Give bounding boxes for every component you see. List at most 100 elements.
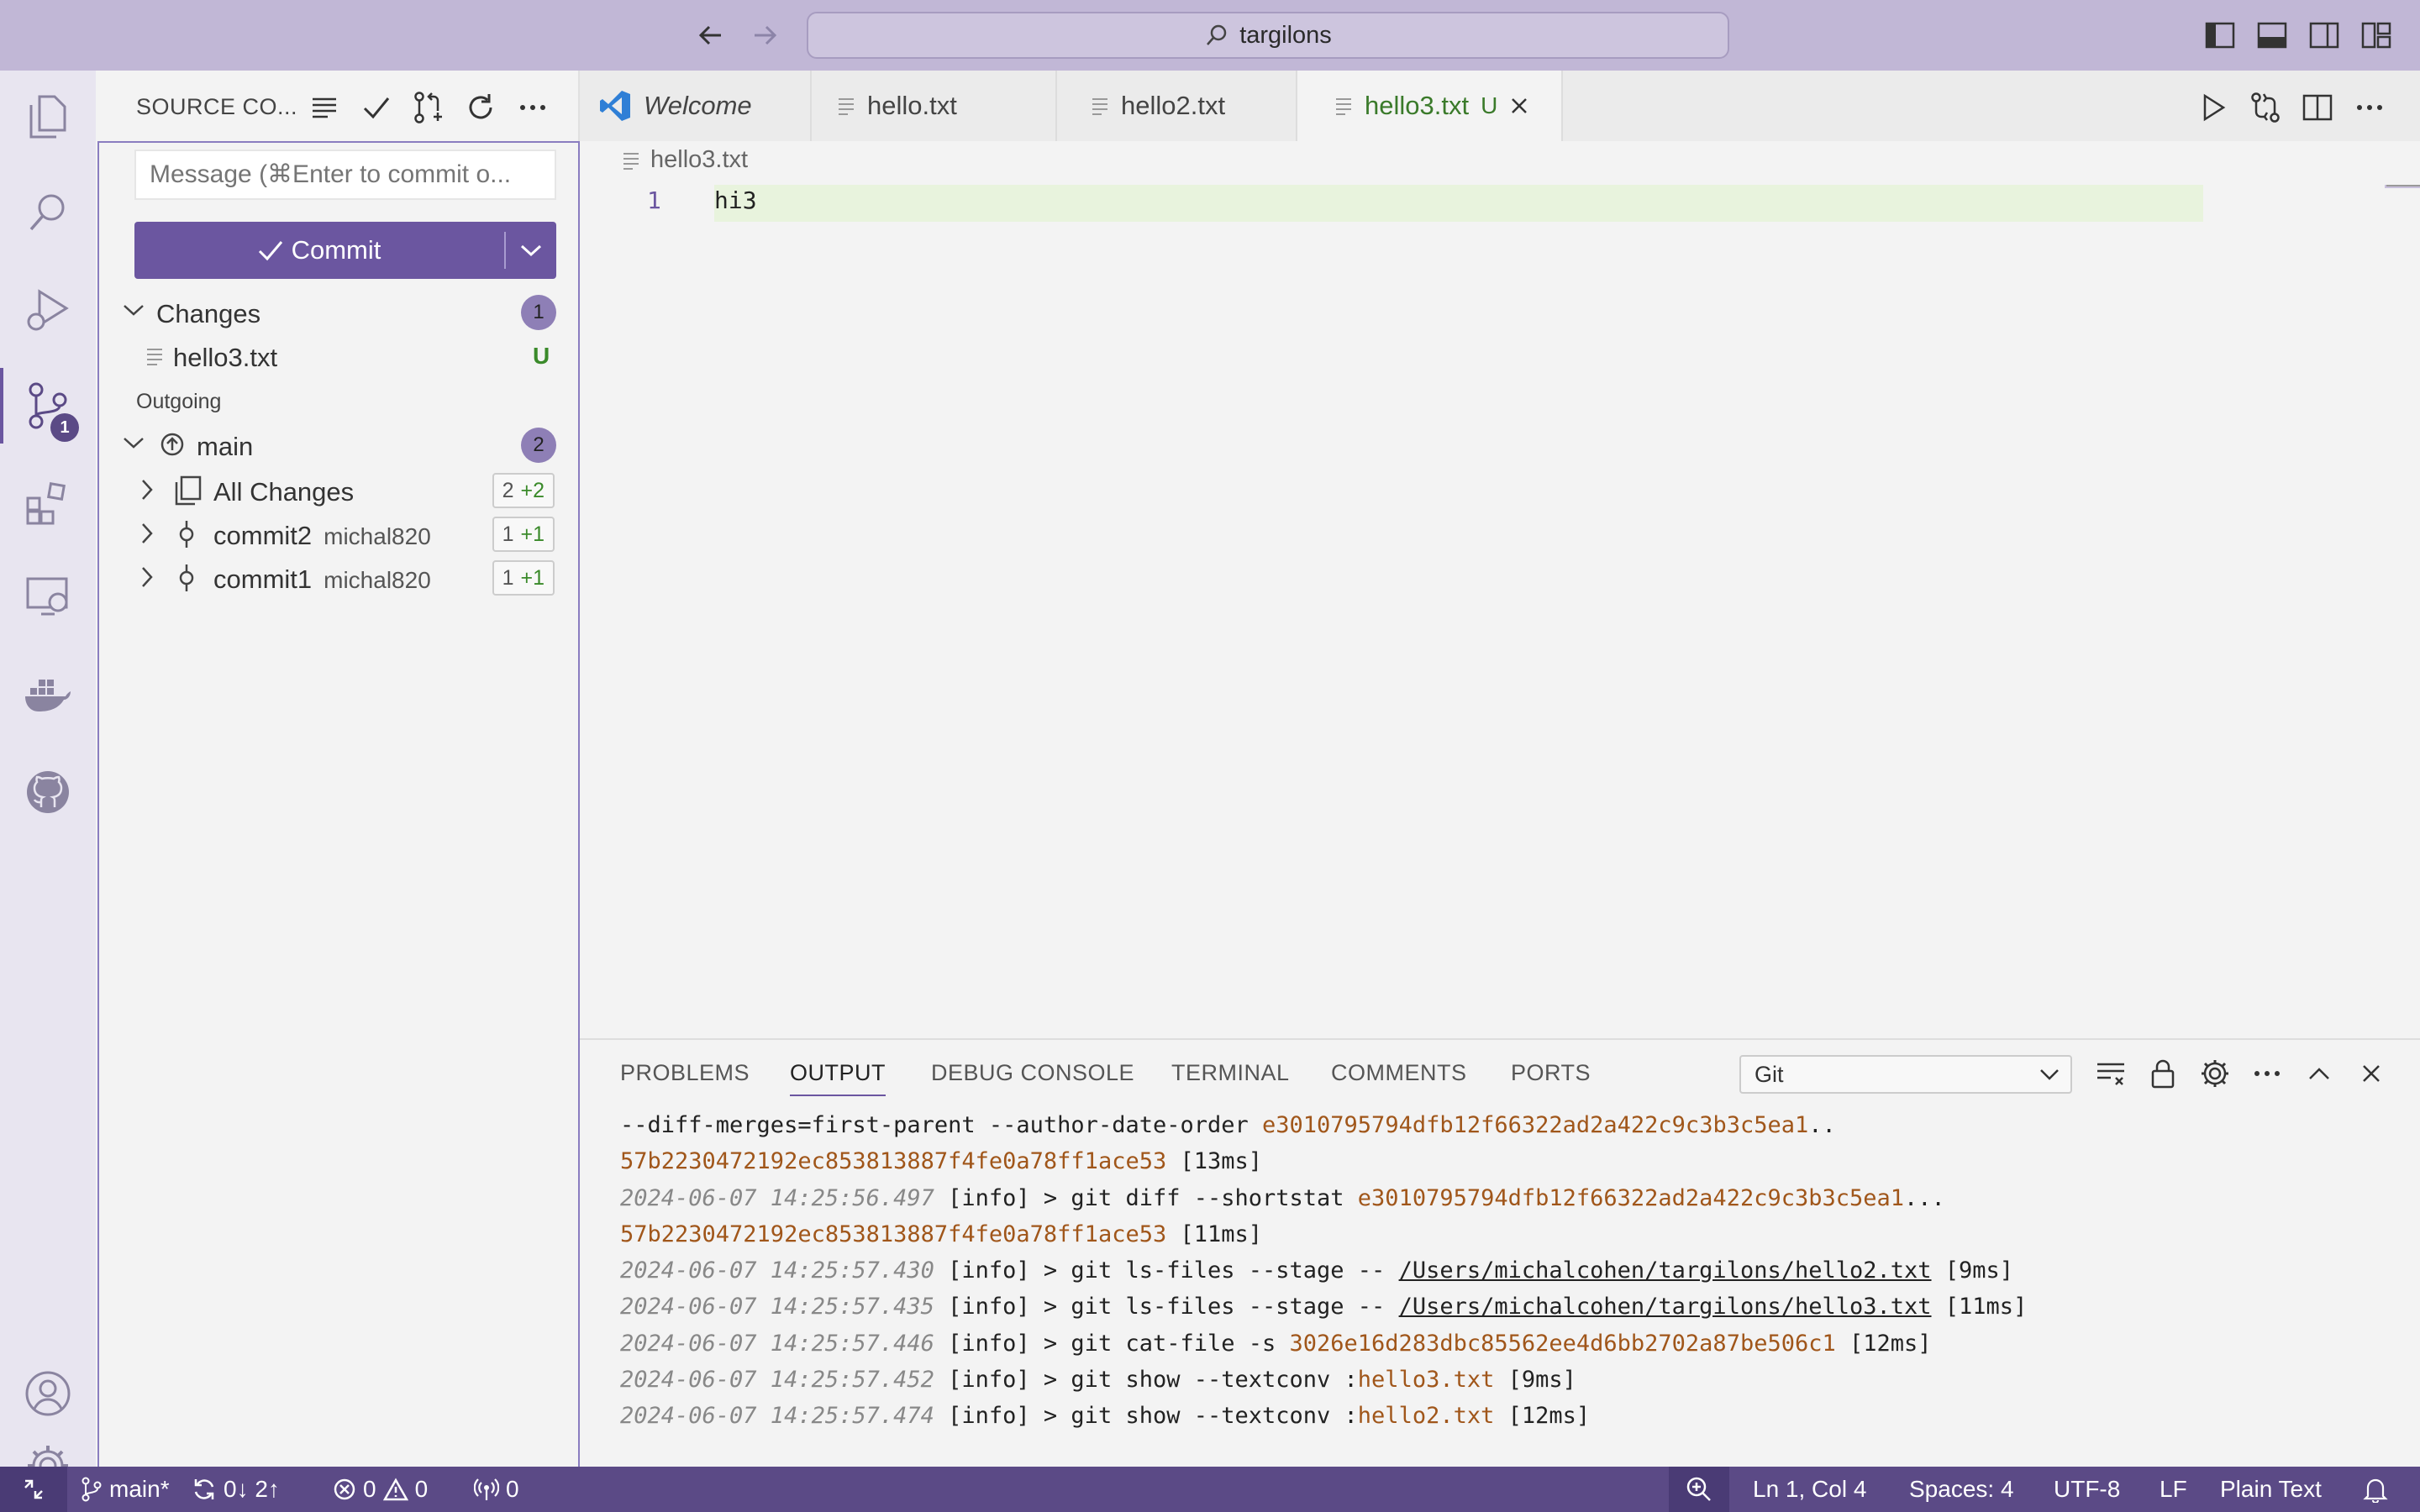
run-file-icon[interactable] — [2193, 87, 2233, 128]
tab-output[interactable]: OUTPUT — [790, 1060, 886, 1096]
forward-arrow-icon[interactable] — [748, 18, 781, 52]
activity-run-debug[interactable] — [0, 264, 96, 356]
activity-search[interactable] — [0, 166, 96, 259]
activity-remote-explorer[interactable] — [0, 551, 96, 643]
close-panel-icon[interactable] — [2351, 1053, 2391, 1094]
outgoing-commit-item[interactable]: commit1 michal820 1 +1 — [96, 554, 580, 598]
output-log[interactable]: --diff-merges=first-parent --author-date… — [620, 1107, 2027, 1435]
tab-hello2[interactable]: hello2.txt — [1057, 71, 1297, 141]
outgoing-branch-header[interactable]: main 2 — [96, 422, 580, 465]
scrollbar-thumb[interactable] — [2386, 185, 2420, 186]
changes-group-header[interactable]: Changes 1 — [96, 291, 580, 334]
tab-comments[interactable]: COMMENTS — [1331, 1060, 1467, 1086]
changed-file-name: hello3.txt — [173, 343, 278, 372]
language-mode[interactable]: Plain Text — [2220, 1467, 2322, 1512]
tab-label: Welcome — [644, 91, 752, 120]
log-file-link[interactable]: /Users/michalcohen/targilons/hello2.txt — [1399, 1257, 1932, 1284]
log-text: [12ms] — [1835, 1330, 1932, 1357]
commit-author: michal820 — [324, 567, 431, 593]
toggle-panel-icon[interactable] — [2254, 17, 2291, 54]
source-control-sidebar: SOURCE CO... Commit — [96, 71, 580, 1467]
log-text: [info] > git show --textconv : — [934, 1403, 1358, 1430]
customize-layout-icon[interactable] — [2358, 17, 2395, 54]
code-line[interactable]: hi3 — [714, 186, 757, 214]
chevron-down-icon — [123, 302, 145, 318]
create-pull-request-icon[interactable] — [408, 87, 449, 128]
more-actions-icon[interactable] — [513, 87, 553, 128]
log-hash: hello2.txt — [1357, 1403, 1495, 1430]
insertions-count: +1 — [520, 522, 544, 546]
close-icon[interactable] — [1509, 96, 1529, 116]
commit-button-group: Commit — [134, 222, 556, 279]
log-text: [11ms] — [1931, 1294, 2028, 1320]
log-timestamp: 2024-06-07 14:25:57.435 — [620, 1294, 934, 1320]
chevron-down-icon — [520, 244, 542, 257]
branch-status[interactable]: main* — [81, 1467, 170, 1512]
eol-status[interactable]: LF — [2160, 1467, 2187, 1512]
output-channel-select[interactable]: Git — [1739, 1055, 2072, 1094]
log-file-link[interactable]: /Users/michalcohen/targilons/hello3.txt — [1399, 1294, 1932, 1320]
commit-check-icon[interactable] — [356, 87, 397, 128]
split-editor-icon[interactable] — [2297, 87, 2338, 128]
broadcast-icon — [474, 1477, 499, 1502]
github-icon — [24, 769, 71, 816]
tab-terminal[interactable]: TERMINAL — [1171, 1060, 1290, 1086]
breadcrumb[interactable]: hello3.txt — [622, 146, 748, 174]
notifications-bell-icon[interactable] — [2363, 1467, 2388, 1512]
zoom-indicator[interactable] — [1669, 1467, 1729, 1512]
more-actions-icon[interactable] — [2247, 1053, 2287, 1094]
files-changed-count: 1 — [502, 522, 514, 546]
activity-github[interactable] — [0, 746, 96, 838]
text-editor[interactable]: hello3.txt 1 hi3 — [580, 141, 2420, 1038]
sync-status[interactable]: 0↓ 2↑ — [192, 1467, 280, 1512]
remote-indicator-button[interactable] — [0, 1467, 67, 1512]
log-text: [info] > git ls-files --stage -- — [934, 1294, 1399, 1320]
breadcrumb-file[interactable]: hello3.txt — [650, 146, 748, 174]
activity-extensions[interactable] — [0, 457, 96, 549]
view-as-list-icon[interactable] — [304, 87, 345, 128]
toggle-primary-sidebar-icon[interactable] — [2202, 17, 2238, 54]
commit-button[interactable]: Commit — [134, 222, 504, 279]
tab-hello3[interactable]: hello3.txt U — [1297, 71, 1563, 141]
tab-problems[interactable]: PROBLEMS — [620, 1060, 750, 1086]
tab-welcome[interactable]: Welcome — [580, 71, 812, 141]
encoding-status[interactable]: UTF-8 — [2054, 1467, 2120, 1512]
log-text: [12ms] — [1494, 1403, 1591, 1430]
remote-explorer-icon — [24, 575, 71, 619]
tab-ports[interactable]: PORTS — [1511, 1060, 1591, 1086]
output-log-line: 2024-06-07 14:25:56.497 [info] > git dif… — [620, 1180, 2027, 1216]
activity-source-control[interactable]: 1 — [0, 360, 96, 452]
gear-icon[interactable] — [2195, 1053, 2235, 1094]
check-icon — [258, 239, 283, 261]
command-center-search[interactable]: targilons — [807, 12, 1729, 59]
outgoing-commit-item[interactable]: commit2 michal820 1 +1 — [96, 511, 580, 554]
refresh-icon[interactable] — [460, 87, 501, 128]
log-timestamp: 2024-06-07 14:25:57.452 — [620, 1367, 934, 1394]
ports-status[interactable]: 0 — [474, 1467, 519, 1512]
line-number: 1 — [647, 186, 661, 214]
ports-count: 0 — [506, 1476, 519, 1502]
toggle-secondary-sidebar-icon[interactable] — [2306, 17, 2343, 54]
zoom-in-icon — [1686, 1476, 1712, 1503]
commit-dropdown-button[interactable] — [506, 222, 556, 279]
all-changes-item[interactable]: All Changes 2 +2 — [96, 467, 580, 511]
text-file-icon — [622, 151, 640, 170]
lock-scroll-icon[interactable] — [2143, 1053, 2183, 1094]
commit-message-input[interactable] — [134, 150, 556, 200]
indentation-status[interactable]: Spaces: 4 — [1909, 1467, 2014, 1512]
tab-debug-console[interactable]: DEBUG CONSOLE — [931, 1060, 1134, 1086]
problems-status[interactable]: 0 0 — [333, 1467, 428, 1512]
more-actions-icon[interactable] — [2349, 87, 2390, 128]
tab-untracked-status: U — [1481, 92, 1498, 118]
maximize-panel-icon[interactable] — [2299, 1053, 2339, 1094]
clear-output-icon[interactable] — [2091, 1053, 2131, 1094]
chevron-right-icon — [139, 522, 155, 544]
activity-docker[interactable] — [0, 648, 96, 741]
files-icon — [28, 95, 68, 139]
tab-hello[interactable]: hello.txt — [812, 71, 1057, 141]
cursor-position[interactable]: Ln 1, Col 4 — [1753, 1467, 1866, 1512]
back-arrow-icon[interactable] — [694, 18, 728, 52]
open-changes-icon[interactable] — [2245, 87, 2286, 128]
changed-file-item[interactable]: hello3.txt U — [96, 334, 580, 378]
activity-explorer[interactable] — [0, 71, 96, 163]
